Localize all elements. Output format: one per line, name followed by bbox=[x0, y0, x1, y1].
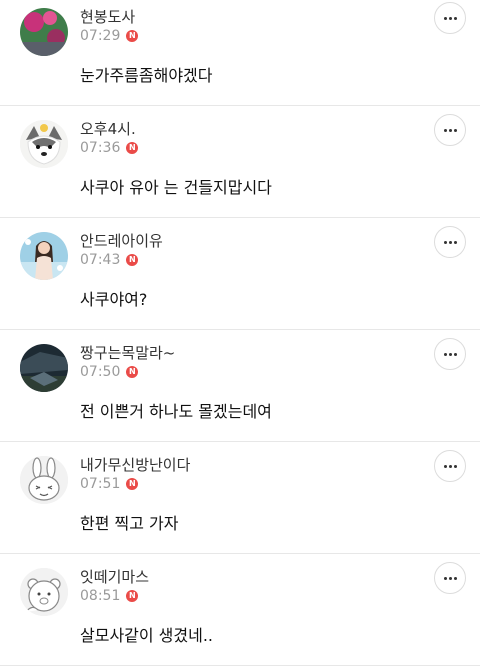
more-options-button[interactable] bbox=[434, 114, 466, 146]
more-options-button[interactable] bbox=[434, 450, 466, 482]
comment-text: 사쿠아 유아 는 건들지맙시다 bbox=[80, 178, 272, 197]
husky-photo-icon bbox=[20, 120, 68, 168]
comment-item: 내가무신방난이다 07:51 N 한편 찍고 가자 bbox=[0, 442, 480, 554]
comment-meta: 07:51 N bbox=[80, 476, 139, 492]
nickname[interactable]: 안드레아이유 bbox=[80, 230, 163, 251]
more-dots-icon bbox=[443, 128, 447, 132]
more-dots-icon bbox=[443, 352, 447, 356]
comment-meta: 07:50 N bbox=[80, 364, 139, 380]
dark-photo-icon bbox=[20, 344, 68, 392]
nickname[interactable]: 내가무신방난이다 bbox=[80, 454, 190, 475]
comment-item: 현봉도사 07:29 N 눈가주름좀해야겠다 bbox=[0, 0, 480, 106]
avatar[interactable] bbox=[20, 568, 68, 616]
avatar[interactable] bbox=[20, 232, 68, 280]
comment-meta: 07:29 N bbox=[80, 28, 139, 44]
more-dots-icon bbox=[443, 464, 447, 468]
more-dots-icon bbox=[443, 240, 447, 244]
comment-time: 07:29 bbox=[80, 28, 121, 44]
avatar[interactable] bbox=[20, 8, 68, 56]
comment-time: 07:50 bbox=[80, 364, 121, 380]
person-photo-icon bbox=[20, 232, 68, 280]
rabbit-character-icon bbox=[20, 456, 68, 504]
nickname[interactable]: 짱구는목말라~ bbox=[80, 342, 175, 363]
more-options-button[interactable] bbox=[434, 562, 466, 594]
comment-meta: 07:36 N bbox=[80, 140, 139, 156]
comment-text: 한편 찍고 가자 bbox=[80, 514, 179, 533]
comment-item: 짱구는목말라~ 07:50 N 전 이쁜거 하나도 몰겠는데여 bbox=[0, 330, 480, 442]
comment-time: 07:36 bbox=[80, 140, 121, 156]
comment-item: 오후4시. 07:36 N 사쿠아 유아 는 건들지맙시다 bbox=[0, 106, 480, 218]
new-badge: N bbox=[126, 366, 139, 378]
avatar[interactable] bbox=[20, 344, 68, 392]
avatar[interactable] bbox=[20, 456, 68, 504]
avatar[interactable] bbox=[20, 120, 68, 168]
comment-item: 안드레아이유 07:43 N 사쿠야여? bbox=[0, 218, 480, 330]
new-badge: N bbox=[126, 142, 139, 154]
more-options-button[interactable] bbox=[434, 226, 466, 258]
nickname[interactable]: 잇떼기마스 bbox=[80, 566, 149, 587]
more-dots-icon bbox=[443, 576, 447, 580]
flower-photo-icon bbox=[20, 8, 68, 56]
more-options-button[interactable] bbox=[434, 338, 466, 370]
comment-list: 현봉도사 07:29 N 눈가주름좀해야겠다 오후4시. 07:36 N 사쿠아… bbox=[0, 0, 480, 666]
comment-time: 07:43 bbox=[80, 252, 121, 268]
nickname[interactable]: 현봉도사 bbox=[80, 6, 135, 27]
comment-text: 눈가주름좀해야겠다 bbox=[80, 66, 213, 85]
new-badge: N bbox=[126, 254, 139, 266]
more-dots-icon bbox=[443, 16, 447, 20]
nickname[interactable]: 오후4시. bbox=[80, 118, 136, 139]
comment-meta: 07:43 N bbox=[80, 252, 139, 268]
comment-time: 07:51 bbox=[80, 476, 121, 492]
comment-meta: 08:51 N bbox=[80, 588, 139, 604]
new-badge: N bbox=[126, 30, 139, 42]
comment-time: 08:51 bbox=[80, 588, 121, 604]
comment-text: 사쿠야여? bbox=[80, 290, 148, 309]
new-badge: N bbox=[126, 478, 139, 490]
new-badge: N bbox=[126, 590, 139, 602]
bear-character-icon bbox=[20, 568, 68, 616]
comment-text: 전 이쁜거 하나도 몰겠는데여 bbox=[80, 402, 272, 421]
more-options-button[interactable] bbox=[434, 2, 466, 34]
comment-text: 살모사같이 생겼네.. bbox=[80, 626, 214, 645]
comment-item: 잇떼기마스 08:51 N 살모사같이 생겼네.. bbox=[0, 554, 480, 666]
